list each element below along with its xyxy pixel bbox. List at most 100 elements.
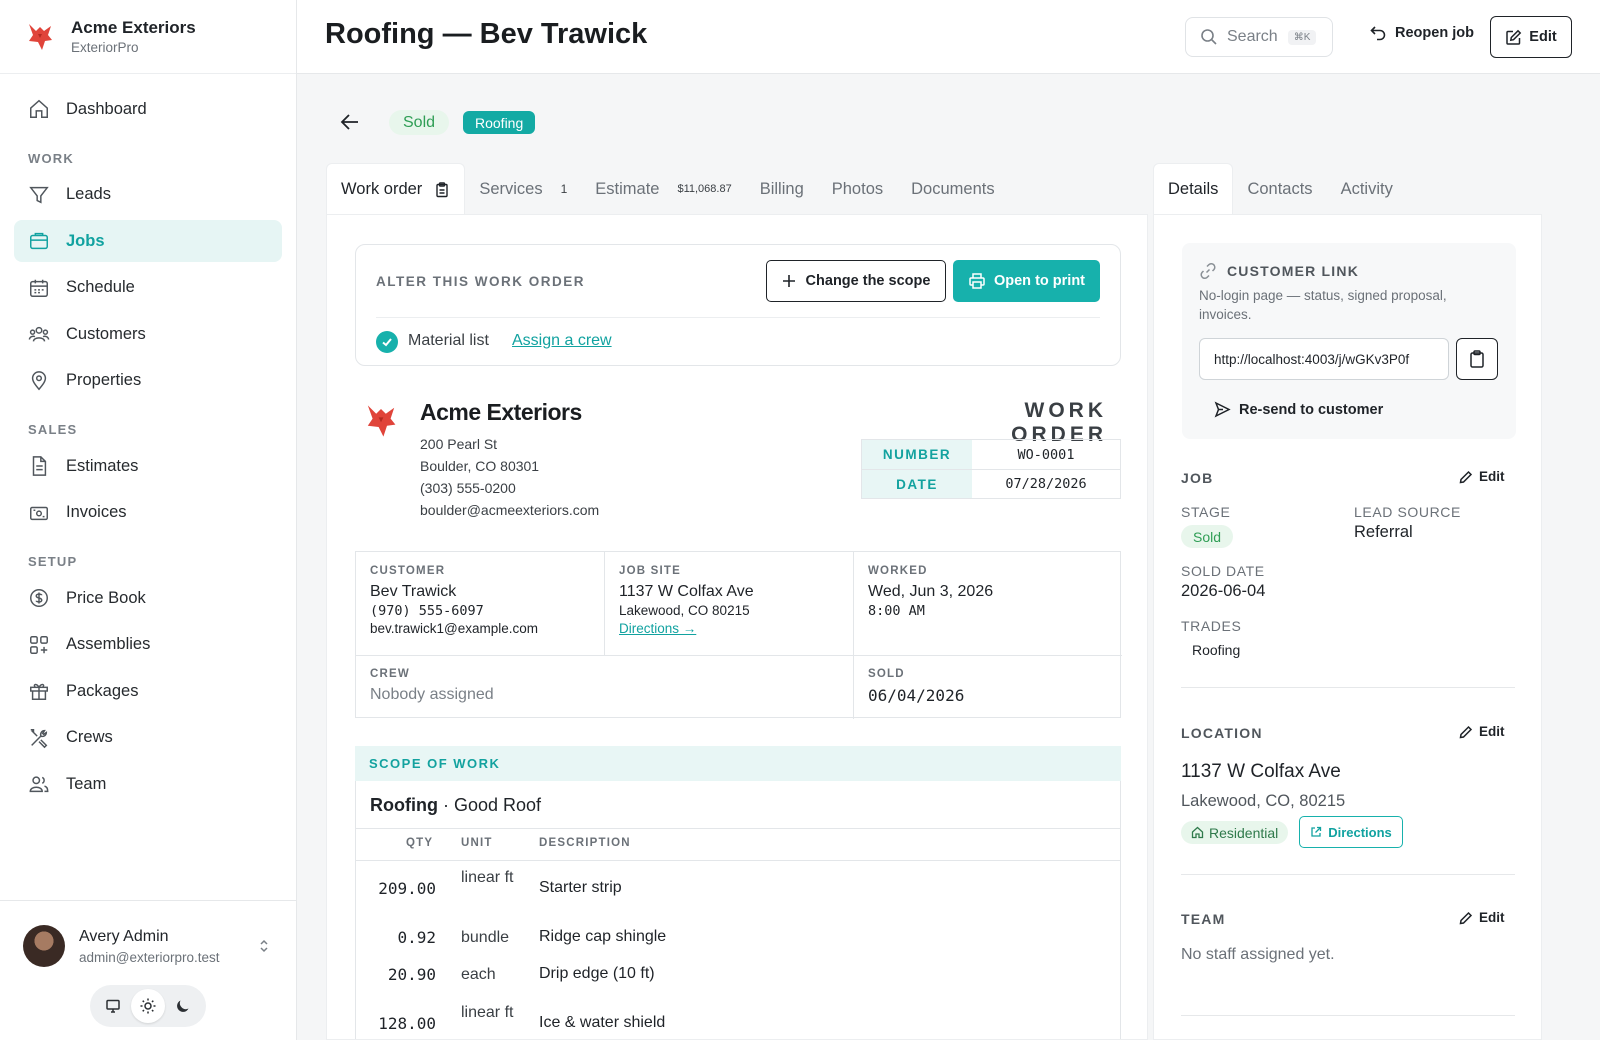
nav-label: Invoices [66, 503, 127, 521]
wo-date-label: DATE [862, 470, 972, 498]
brand[interactable]: Acme Exteriors ExteriorPro [0, 0, 296, 74]
scope-title: Roofing · Good Roof [370, 795, 541, 816]
location-edit-button[interactable]: Edit [1459, 724, 1505, 739]
grid-plus-icon [30, 635, 48, 654]
reopen-job-button[interactable]: Reopen job [1369, 24, 1474, 42]
nav-schedule[interactable]: Schedule [14, 267, 282, 309]
assign-crew-link[interactable]: Assign a crew [512, 332, 612, 350]
chevron-up-down-icon[interactable] [257, 937, 271, 955]
resend-label: Re-send to customer [1239, 401, 1384, 418]
tab-details[interactable]: Details [1153, 163, 1234, 215]
directions-link[interactable]: Directions → [619, 621, 754, 636]
briefcase-icon [30, 232, 48, 250]
nav-crews[interactable]: Crews [14, 717, 282, 759]
resend-to-customer-button[interactable]: Re-send to customer [1214, 401, 1383, 418]
job-tabs: Work order Services 1 Estimate $11,068.8… [326, 163, 1148, 215]
customer-phone: (970) 555-6097 [370, 603, 484, 619]
user-menu[interactable]: Avery Admin admin@exteriorpro.test [0, 900, 296, 1040]
sold-date-label: SOLD DATE [1181, 563, 1265, 579]
divider [376, 317, 1100, 318]
customer-link-title: CUSTOMER LINK [1227, 263, 1360, 279]
nav-customers[interactable]: Customers [14, 313, 282, 355]
tab-billing[interactable]: Billing [746, 163, 818, 215]
tab-photos[interactable]: Photos [818, 163, 897, 215]
tab-amount: $11,068.87 [677, 183, 732, 195]
directions-label: Directions [1328, 824, 1392, 840]
location-city: Lakewood, CO, 80215 [1181, 792, 1346, 810]
nav-label: Price Book [66, 588, 146, 607]
theme-dark-button[interactable] [166, 989, 200, 1023]
item-description: Drip edge (10 ft) [539, 965, 655, 982]
nav-label: Assemblies [66, 635, 151, 653]
tab-documents[interactable]: Documents [897, 163, 1008, 215]
company-city: Boulder, CO 80301 [420, 458, 540, 474]
tab-activity[interactable]: Activity [1327, 163, 1407, 215]
wolf-logo-icon [29, 23, 52, 50]
tab-services[interactable]: Services 1 [465, 163, 581, 215]
stage-label: STAGE [1181, 504, 1231, 520]
nav-invoices[interactable]: Invoices [14, 492, 282, 534]
job-edit-button[interactable]: Edit [1459, 469, 1505, 484]
top-header: Roofing — Bev Trawick Search ⌘K Reopen j… [297, 0, 1600, 74]
nav-jobs[interactable]: Jobs [14, 220, 282, 262]
users-icon [28, 326, 50, 342]
pencil-icon [1459, 725, 1473, 738]
sold-date-value: 2026-06-04 [1181, 582, 1266, 600]
job-site-label: JOB SITE [619, 565, 682, 577]
theme-light-button[interactable] [130, 989, 165, 1023]
location-street: 1137 W Colfax Ave [1181, 761, 1341, 782]
customer-email: bev.trawick1@example.com [370, 621, 539, 636]
page-title: Roofing — Bev Trawick [325, 18, 648, 50]
link-icon [1200, 262, 1216, 280]
nav-section-work: WORK [28, 150, 74, 166]
back-arrow-icon[interactable] [338, 111, 362, 133]
undo-icon [1370, 26, 1386, 41]
copy-link-button[interactable] [1456, 338, 1498, 380]
tab-estimate[interactable]: Estimate $11,068.87 [581, 163, 745, 215]
sold-label: SOLD [868, 668, 905, 680]
tab-contacts[interactable]: Contacts [1233, 163, 1326, 215]
customer-link-field[interactable]: http://localhost:4003/j/wGKv3P0f [1199, 338, 1449, 380]
nav-label: Schedule [66, 278, 135, 296]
nav-label: Crews [66, 728, 113, 746]
nav-leads[interactable]: Leads [14, 174, 282, 216]
change-scope-button[interactable]: Change the scope [766, 260, 946, 302]
wo-number-row: NUMBER WO-0001 [862, 440, 1120, 469]
avatar [23, 925, 65, 967]
search-input[interactable]: Search ⌘K [1185, 17, 1333, 57]
status-badge: Sold [389, 110, 450, 135]
open-to-print-button[interactable]: Open to print [953, 260, 1100, 302]
job-section-title: JOB [1181, 470, 1214, 486]
material-list-checkbox[interactable] [376, 331, 398, 353]
nav-price-book[interactable]: Price Book [14, 577, 282, 619]
nav-packages[interactable]: Packages [14, 670, 282, 712]
divider [356, 655, 1122, 656]
edit-job-button[interactable]: Edit [1490, 16, 1572, 58]
monitor-icon [106, 999, 121, 1013]
divider [604, 552, 605, 655]
external-link-icon [1311, 826, 1322, 837]
team-edit-button[interactable]: Edit [1459, 910, 1505, 925]
nav-assemblies[interactable]: Assemblies [14, 624, 282, 666]
stage-badge: Sold [1181, 525, 1234, 548]
nav-label: Team [66, 774, 107, 793]
team-empty-text: No staff assigned yet. [1181, 946, 1335, 963]
nav-dashboard[interactable]: Dashboard [14, 88, 282, 130]
tab-label: Photos [831, 179, 884, 198]
reopen-label: Reopen job [1395, 25, 1474, 41]
clipboard-icon [436, 181, 449, 197]
theme-system-button[interactable] [96, 989, 130, 1023]
brand-name: Acme Exteriors [71, 18, 196, 37]
nav-properties[interactable]: Properties [14, 360, 282, 402]
tab-label: Billing [759, 179, 804, 198]
customer-label: CUSTOMER [370, 565, 446, 577]
tab-label: Documents [911, 179, 995, 198]
details-tabs: Details Contacts Activity [1153, 163, 1542, 215]
nav-team[interactable]: Team [14, 763, 282, 805]
scope-of-work: Roofing · Good Roof QTY UNIT DESCRIPTION… [355, 781, 1121, 1039]
tab-work-order[interactable]: Work order [326, 163, 466, 215]
home-icon [30, 99, 48, 118]
directions-button[interactable]: Directions [1299, 816, 1403, 848]
nav-estimates[interactable]: Estimates [14, 445, 282, 487]
item-unit: each [461, 966, 496, 983]
